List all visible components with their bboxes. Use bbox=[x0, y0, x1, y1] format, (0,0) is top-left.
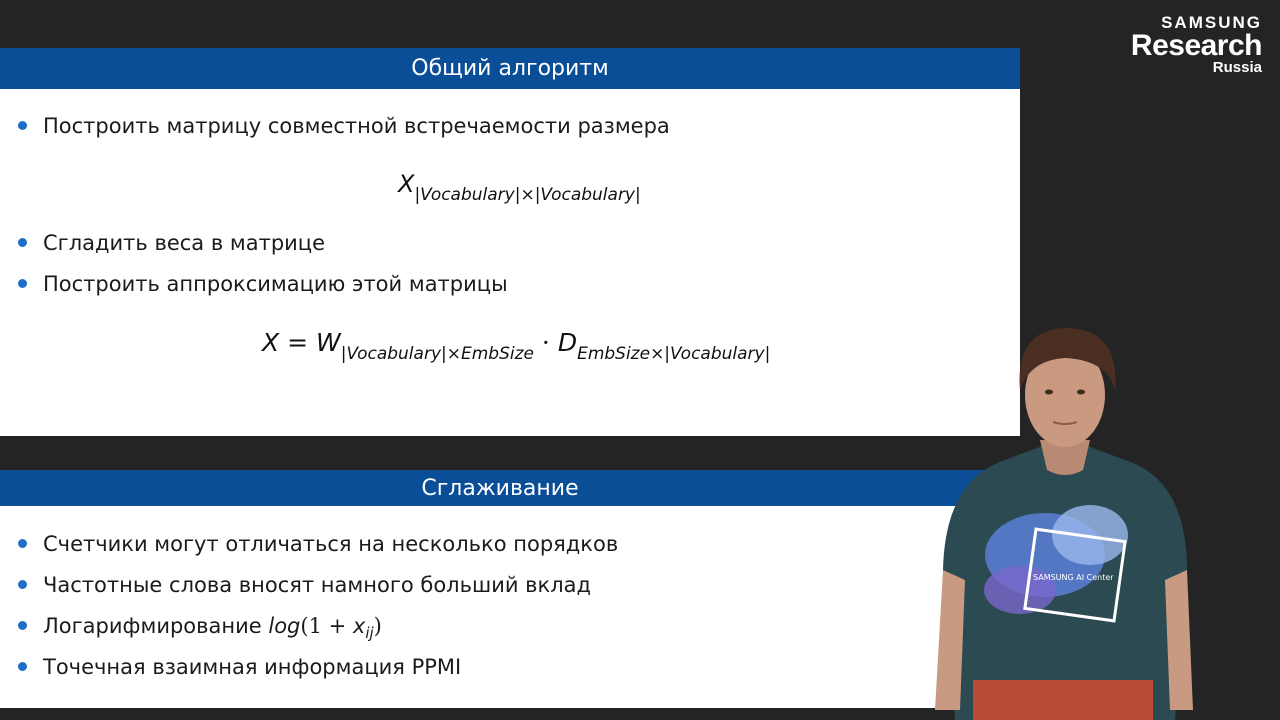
formula-operator: · bbox=[533, 328, 558, 357]
slide-title: Общий алгоритм bbox=[0, 48, 1020, 89]
bullet-icon bbox=[18, 580, 27, 589]
formula-subscript: |Vocabulary|×EmbSize bbox=[340, 344, 534, 364]
bullet-icon bbox=[18, 238, 27, 247]
bullet-icon bbox=[18, 539, 27, 548]
formula-cooccurrence-size: X|Vocabulary|×|Vocabulary| bbox=[398, 170, 641, 205]
formula-function: log bbox=[268, 614, 301, 638]
formula-variable: W bbox=[315, 328, 341, 357]
left-arm-shape bbox=[935, 570, 965, 710]
bullet-text: Построить матрицу совместной встречаемос… bbox=[43, 114, 670, 138]
eye-shape bbox=[1077, 389, 1085, 395]
bullet-text: Построить аппроксимацию этой матрицы bbox=[43, 272, 508, 296]
presenter-figure: SAMSUNG AI Center bbox=[935, 328, 1193, 720]
list-item: Сгладить веса в матрице bbox=[18, 231, 325, 255]
slide-smoothing: Сглаживание Счетчики могут отличаться на… bbox=[0, 470, 1000, 708]
right-arm-shape bbox=[1165, 570, 1193, 710]
pants-shape bbox=[973, 680, 1153, 720]
formula-subscript: |Vocabulary|×|Vocabulary| bbox=[414, 185, 641, 205]
bullet-text: Логарифмирование bbox=[43, 614, 262, 638]
formula-operator: = bbox=[279, 328, 316, 357]
formula-variable: X bbox=[398, 170, 415, 198]
shirt-text: SAMSUNG AI Center bbox=[1033, 573, 1114, 582]
formula-subscript: EmbSize×|Vocabulary| bbox=[577, 344, 771, 364]
list-item: Точечная взаимная информация PPMI bbox=[18, 655, 461, 679]
list-item: Счетчики могут отличаться на несколько п… bbox=[18, 532, 618, 556]
formula-subscript: ij bbox=[365, 624, 374, 642]
bullet-text: Точечная взаимная информация PPMI bbox=[43, 655, 462, 679]
list-item: Частотные слова вносят намного больший в… bbox=[18, 573, 591, 597]
eye-shape bbox=[1045, 389, 1053, 395]
formula-operator: (1 + bbox=[300, 614, 353, 638]
formula-approximation: X = W|Vocabulary|×EmbSize · DEmbSize×|Vo… bbox=[262, 328, 770, 364]
bullet-icon bbox=[18, 279, 27, 288]
bullet-icon bbox=[18, 621, 27, 630]
samsung-research-logo: SAMSUNG Research Russia bbox=[1130, 14, 1263, 76]
logo-russia: Russia bbox=[1212, 59, 1262, 76]
formula-variable: X bbox=[262, 328, 280, 357]
log-formula: log(1 + xij) bbox=[268, 614, 382, 642]
bullet-icon bbox=[18, 662, 27, 671]
list-item: Построить матрицу совместной встречаемос… bbox=[18, 114, 670, 138]
shirt-graphic-blob bbox=[1052, 505, 1128, 565]
logo-research: Research bbox=[1130, 29, 1263, 62]
formula-variable: D bbox=[557, 328, 578, 357]
slide-title: Сглаживание bbox=[0, 470, 1000, 506]
list-item: Логарифмирование log(1 + xij) bbox=[18, 614, 382, 642]
bullet-icon bbox=[18, 121, 27, 130]
slide-general-algorithm: Общий алгоритм Построить матрицу совмест… bbox=[0, 48, 1020, 436]
list-item: Построить аппроксимацию этой матрицы bbox=[18, 272, 508, 296]
bullet-text: Счетчики могут отличаться на несколько п… bbox=[43, 532, 619, 556]
formula-variable: x bbox=[352, 614, 366, 638]
formula-operator: ) bbox=[373, 614, 382, 638]
bullet-text: Сгладить веса в матрице bbox=[43, 231, 326, 255]
bullet-text: Частотные слова вносят намного больший в… bbox=[43, 573, 592, 597]
